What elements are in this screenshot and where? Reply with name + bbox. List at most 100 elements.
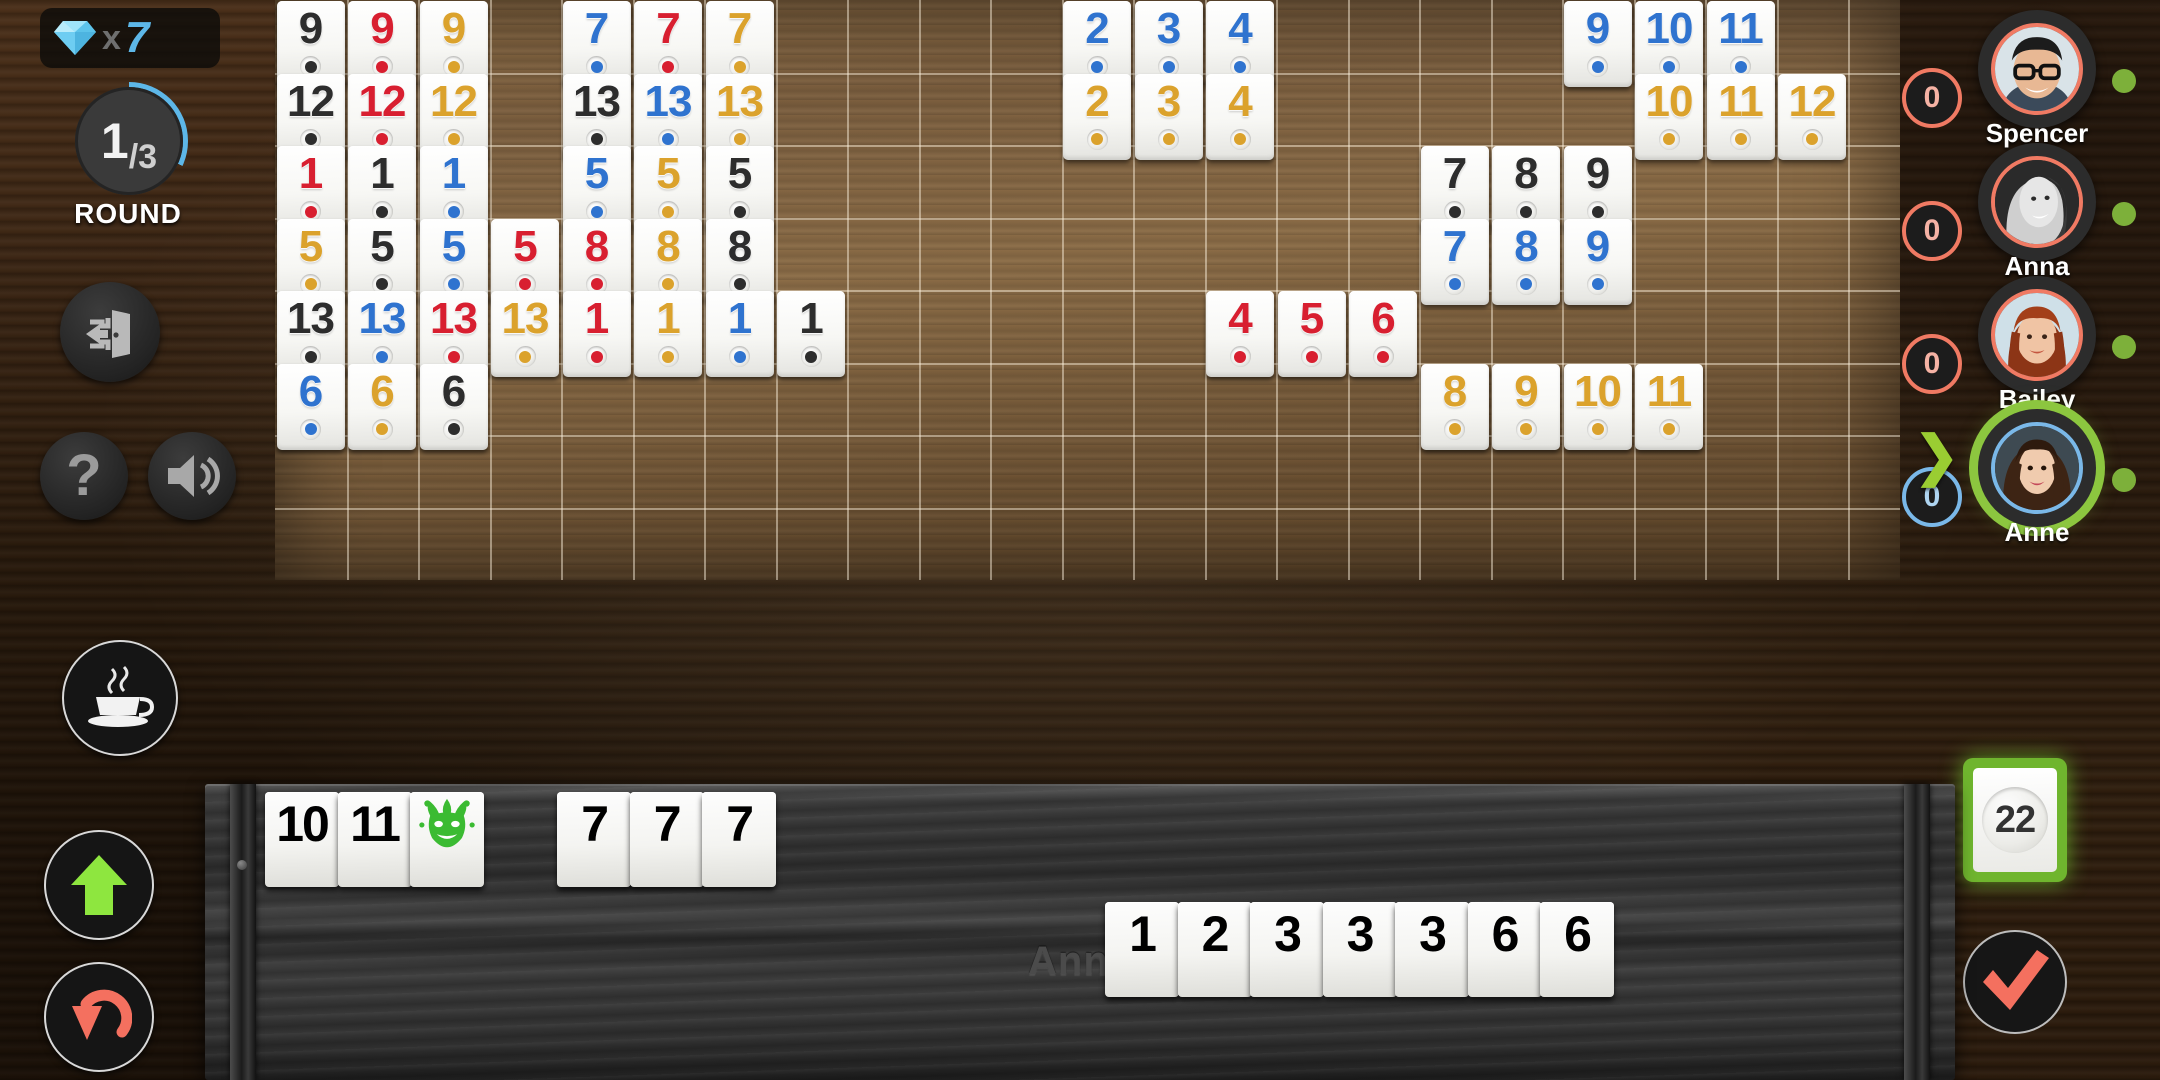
board-tile[interactable]: 6	[276, 363, 345, 450]
board-tile[interactable]: 9	[1563, 218, 1632, 305]
help-button[interactable]: ?	[40, 432, 128, 520]
break-button[interactable]	[62, 640, 178, 756]
board-tile[interactable]: 1	[777, 291, 845, 377]
diamond-icon	[54, 21, 96, 55]
game-screen: 9 9 9 7 7 7 2 3 4 9 10 11 12 12 12 13 13 13 2 3 4 10 11 12 1 1 1 5 5…	[0, 0, 2160, 1080]
exit-button[interactable]	[60, 282, 160, 382]
rack-tile-bottom[interactable]: 2	[1177, 902, 1252, 997]
tile-value: 11	[350, 796, 401, 852]
player-anne[interactable]: Anne	[1978, 409, 2096, 547]
online-status-dot	[2112, 468, 2136, 492]
online-status-dot	[2112, 335, 2136, 359]
tile-value: 7	[653, 796, 682, 852]
tile-color-dot	[290, 853, 314, 877]
tile-color-dot	[800, 346, 822, 367]
confirm-button[interactable]	[1963, 930, 2067, 1034]
tile-value: 13	[501, 294, 550, 343]
tile-value: 8	[727, 221, 753, 271]
rack-tile-top[interactable]: 7	[702, 792, 777, 887]
board-tile[interactable]: 5	[1277, 291, 1346, 377]
rack-tile-top[interactable]: 7	[557, 792, 632, 887]
sound-button[interactable]	[148, 432, 236, 520]
tile-color-dot	[1658, 128, 1680, 150]
exit-door-icon	[86, 310, 130, 358]
board-tile[interactable]: 1	[705, 291, 774, 377]
tile-value: 9	[441, 4, 467, 53]
tile-value: 9	[1585, 149, 1611, 198]
undo-button[interactable]	[44, 962, 154, 1072]
player-rack[interactable]: Anne 10 11 7 7 7 1 2 3 3 3 6 6	[205, 784, 1955, 1080]
tile-value: 3	[1419, 906, 1447, 962]
tile-color-dot	[1444, 273, 1465, 295]
board-tile[interactable]: 9	[1563, 1, 1632, 87]
tile-value: 7	[581, 796, 609, 852]
round-current-label: 1	[100, 113, 129, 169]
tile-value: 13	[573, 76, 621, 126]
rack-tile-bottom[interactable]: 3	[1322, 902, 1397, 997]
board-tile[interactable]: 12	[1778, 73, 1846, 160]
tile-value: 7	[656, 4, 681, 53]
tile-color-dot	[1587, 418, 1608, 440]
rack-tile-bottom[interactable]: 6	[1540, 902, 1614, 997]
player-spencer[interactable]: Spencer	[1978, 10, 2096, 148]
tile-color-dot	[657, 346, 679, 367]
tile-value: 2	[1201, 906, 1230, 962]
tile-value: 2	[1085, 76, 1110, 126]
rack-tile-bottom[interactable]: 3	[1250, 902, 1324, 997]
board-tile[interactable]: 8	[1492, 218, 1560, 305]
tile-color-dot	[655, 853, 679, 877]
tile-value: 9	[1585, 221, 1611, 271]
game-board[interactable]: 9 9 9 7 7 7 2 3 4 9 10 11 12 12 12 13 13 13 2 3 4 10 11 12 1 1 1 5 5…	[275, 0, 1900, 580]
tile-color-dot	[1229, 346, 1251, 367]
board-tile[interactable]: 6	[348, 363, 416, 450]
tile-color-dot	[1515, 273, 1537, 295]
tile-value: 13	[287, 294, 335, 343]
tile-value: 10	[1645, 4, 1694, 53]
checkmark-icon	[1983, 950, 2049, 1010]
tile-value: 1	[1129, 906, 1157, 962]
board-tile[interactable]: 7	[1420, 218, 1489, 305]
tile-color-dot	[1348, 963, 1372, 987]
gem-counter[interactable]: x 7	[40, 8, 220, 68]
rack-screw	[237, 860, 247, 870]
tile-color-dot	[1229, 128, 1251, 150]
board-tile[interactable]: 6	[1349, 291, 1417, 377]
board-tile[interactable]: 4	[1206, 291, 1274, 377]
tile-value: 10	[1645, 76, 1694, 126]
board-tile[interactable]: 13	[491, 291, 559, 377]
tile-color-dot	[729, 346, 750, 367]
rack-tile-bottom[interactable]: 3	[1395, 902, 1469, 997]
board-tile[interactable]: 11	[1635, 363, 1703, 450]
board-tile[interactable]: 4	[1206, 73, 1274, 160]
rack-tile-bottom[interactable]: 1	[1105, 902, 1179, 997]
rack-tile-top[interactable]	[410, 792, 484, 887]
board-tile[interactable]: 1	[634, 291, 702, 377]
online-status-dot	[2112, 69, 2136, 93]
tile-value: 7	[1442, 149, 1468, 198]
question-mark-icon: ?	[66, 443, 102, 508]
turn-indicator-arrow: ❯	[1914, 426, 1960, 486]
board-tile[interactable]: 1	[562, 291, 631, 377]
tile-color-dot	[363, 853, 387, 877]
board-tile[interactable]: 2	[1063, 73, 1131, 160]
board-tile[interactable]: 9	[1492, 363, 1560, 450]
rack-tile-bottom[interactable]: 6	[1467, 902, 1542, 997]
rack-tile-top[interactable]: 10	[265, 792, 339, 887]
rack-tile-top[interactable]: 11	[337, 792, 412, 887]
player-name-label: Anne	[2004, 517, 2070, 547]
player-bailey[interactable]: Bailey	[1978, 276, 2096, 414]
sort-button[interactable]	[44, 830, 154, 940]
tile-value: 4	[1228, 294, 1253, 343]
board-tile[interactable]: 6	[419, 363, 488, 450]
player-anna[interactable]: Anna	[1978, 143, 2096, 281]
board-tile[interactable]: 3	[1134, 73, 1203, 160]
rack-tile-top[interactable]: 7	[629, 792, 704, 887]
undo-arrow-icon	[72, 989, 132, 1040]
board-tile[interactable]: 10	[1635, 73, 1703, 160]
tile-value: 8	[656, 221, 681, 271]
draw-pile[interactable]: 22	[1963, 758, 2067, 882]
board-tile[interactable]: 8	[1420, 363, 1489, 450]
tile-value: 5	[727, 149, 753, 198]
board-tile[interactable]: 10	[1563, 363, 1632, 450]
board-tile[interactable]: 11	[1706, 73, 1775, 160]
